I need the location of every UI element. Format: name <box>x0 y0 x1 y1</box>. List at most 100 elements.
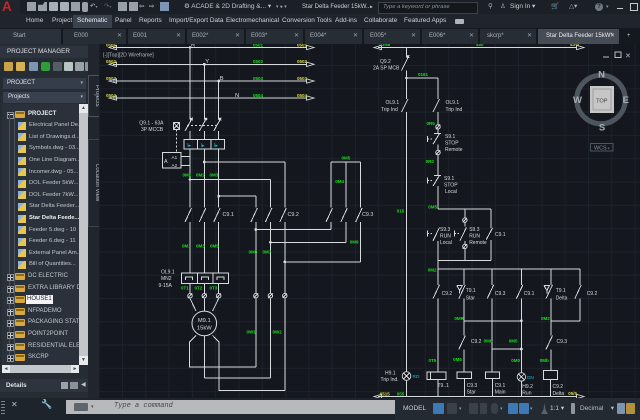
svg-text:R: R <box>191 44 195 48</box>
svg-text:450: 450 <box>476 44 484 47</box>
svg-text:Star: Star <box>466 295 476 301</box>
svg-text:Q9.2: Q9.2 <box>380 59 391 65</box>
svg-text:I▸: I▸ <box>187 143 191 149</box>
svg-text:RUN: RUN <box>469 234 480 240</box>
svg-text:015: 015 <box>397 208 405 213</box>
svg-text:RUN: RUN <box>440 234 451 240</box>
svg-text:A2: A2 <box>172 163 178 168</box>
svg-text:0M5: 0M5 <box>428 204 437 209</box>
svg-text:Q9.1 - 63A: Q9.1 - 63A <box>139 121 164 127</box>
svg-text:9-15A: 9-15A <box>159 283 173 289</box>
svg-text:C9.3: C9.3 <box>362 212 373 218</box>
svg-text:C9.1: C9.1 <box>524 291 535 297</box>
svg-text:S9.3: S9.3 <box>440 227 451 233</box>
svg-text:H9.1: H9.1 <box>385 371 396 377</box>
svg-text:0T1: 0T1 <box>181 285 189 290</box>
svg-text:▾: ▾ <box>608 145 610 150</box>
svg-text:Delta: Delta <box>553 391 565 397</box>
svg-text:0M5: 0M5 <box>210 244 219 249</box>
svg-text:I▸: I▸ <box>201 143 205 149</box>
svg-text:0503: 0503 <box>106 76 117 81</box>
svg-text:Trip Ind: Trip Ind <box>381 107 398 113</box>
svg-text:C9.3: C9.3 <box>557 339 568 345</box>
svg-text:055: 055 <box>397 391 405 396</box>
svg-text:S9.1: S9.1 <box>444 176 455 182</box>
svg-text:T9.1: T9.1 <box>466 288 476 294</box>
svg-text:I▸: I▸ <box>214 143 218 149</box>
svg-text:M9.1: M9.1 <box>198 318 211 324</box>
svg-text:0M2: 0M2 <box>541 316 550 321</box>
svg-text:STOP: STOP <box>445 140 459 146</box>
svg-text:0M3: 0M3 <box>210 173 219 178</box>
svg-text:✕: ✕ <box>625 53 631 60</box>
svg-text:0M7: 0M7 <box>263 250 272 255</box>
svg-text:C9.2: C9.2 <box>442 291 453 297</box>
svg-text:0T3: 0T3 <box>210 285 218 290</box>
svg-text:TOP: TOP <box>596 98 608 104</box>
svg-text:0M1: 0M1 <box>182 244 191 249</box>
svg-text:S9.3: S9.3 <box>469 227 480 233</box>
svg-text:0T2: 0T2 <box>195 285 203 290</box>
svg-text:0W1: 0W1 <box>247 330 257 335</box>
svg-text:0501: 0501 <box>106 44 117 47</box>
svg-text:C9.1: C9.1 <box>495 232 506 238</box>
svg-text:0503: 0503 <box>253 76 264 81</box>
svg-text:W: W <box>573 95 582 106</box>
svg-text:Remote: Remote <box>469 240 487 246</box>
svg-text:43-0: 43-0 <box>570 44 580 47</box>
svg-text:0M2: 0M2 <box>196 173 205 178</box>
svg-text:B: B <box>220 76 224 82</box>
svg-text:0504: 0504 <box>297 93 308 98</box>
svg-text:H9.2: H9.2 <box>522 384 533 390</box>
svg-text:S9.1: S9.1 <box>445 134 456 140</box>
svg-text:Local: Local <box>445 189 457 195</box>
svg-text:GN: GN <box>527 375 535 381</box>
svg-text:43N8: 43N8 <box>380 44 391 47</box>
svg-text:0M0: 0M0 <box>511 358 520 363</box>
svg-text:0M5: 0M5 <box>342 156 351 161</box>
svg-text:0515: 0515 <box>380 391 391 396</box>
svg-text:15kW: 15kW <box>197 326 212 332</box>
svg-text:C9.2: C9.2 <box>471 339 482 345</box>
svg-text:0T5: 0T5 <box>429 358 437 363</box>
svg-text:0M4: 0M4 <box>335 179 344 184</box>
svg-text:0503: 0503 <box>297 76 308 81</box>
svg-text:0502: 0502 <box>297 59 308 64</box>
svg-text:Trip Ind.: Trip Ind. <box>381 377 399 383</box>
svg-text:C9.3: C9.3 <box>467 383 478 389</box>
svg-text:3P MCCB: 3P MCCB <box>141 127 164 133</box>
svg-text:T9.1: T9.1 <box>556 288 566 294</box>
svg-text:0502: 0502 <box>253 59 264 64</box>
svg-text:A: A <box>164 159 168 165</box>
svg-text:C9.1: C9.1 <box>495 383 506 389</box>
svg-text:2A SP MCB: 2A SP MCB <box>373 66 400 72</box>
svg-text:C9.1: C9.1 <box>223 212 234 218</box>
svg-text:WCS: WCS <box>594 146 607 152</box>
svg-text:OL9.1: OL9.1 <box>386 100 400 106</box>
svg-text:RD: RD <box>413 374 420 380</box>
svg-text:0M5: 0M5 <box>509 339 518 344</box>
svg-text:0161: 0161 <box>418 72 429 77</box>
svg-text:T9..1: T9..1 <box>438 383 450 389</box>
svg-text:0M5: 0M5 <box>453 357 462 362</box>
svg-text:E: E <box>623 95 629 106</box>
svg-text:0R5: 0R5 <box>427 121 436 126</box>
svg-text:Trip Ind: Trip Ind <box>446 107 463 113</box>
svg-text:Run: Run <box>522 390 531 396</box>
svg-text:0502: 0502 <box>106 59 117 64</box>
svg-text:0M6: 0M6 <box>484 339 493 344</box>
svg-text:0M6: 0M6 <box>249 250 258 255</box>
svg-text:OL9.1: OL9.1 <box>161 270 175 276</box>
svg-text:Remote: Remote <box>445 147 463 153</box>
svg-text:C9.3: C9.3 <box>495 291 506 297</box>
svg-text:0M3: 0M3 <box>196 244 205 249</box>
svg-text:0501: 0501 <box>297 44 308 47</box>
svg-text:C9.2: C9.2 <box>587 291 598 297</box>
svg-text:N: N <box>598 70 605 81</box>
svg-text:STOP: STOP <box>444 182 458 188</box>
svg-text:0504: 0504 <box>253 93 264 98</box>
svg-text:0504: 0504 <box>106 93 117 98</box>
svg-text:Y: Y <box>205 59 209 65</box>
svg-text:Delta: Delta <box>556 295 568 301</box>
svg-text:0501: 0501 <box>253 44 264 47</box>
